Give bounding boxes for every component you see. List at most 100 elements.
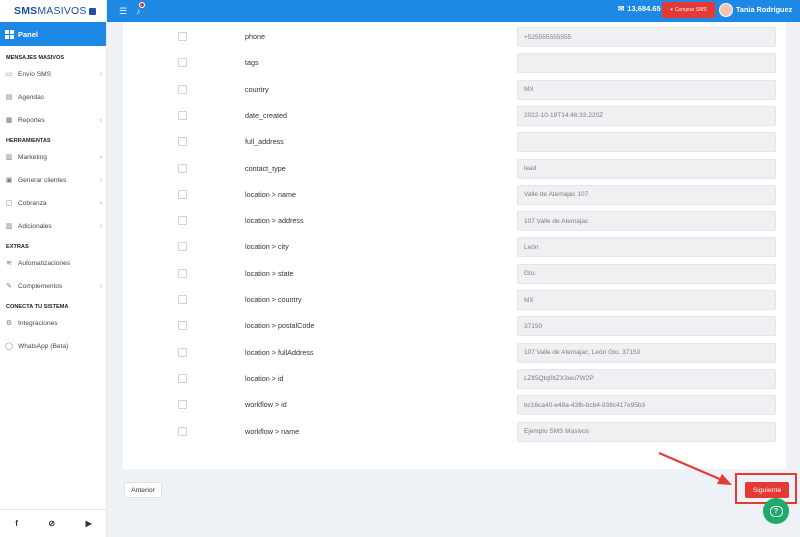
field-name: workflow > id: [245, 400, 287, 410]
field-row: location > state Gto.: [123, 263, 786, 284]
sidebar-item-adicionales[interactable]: ▥ Adicionales ›: [0, 215, 106, 238]
sidebar-item-whatsapp[interactable]: ◯ WhatsApp (Beta): [0, 335, 106, 358]
sidebar-item-panel[interactable]: Panel: [0, 22, 106, 46]
row-checkbox[interactable]: [178, 373, 187, 383]
facebook-icon[interactable]: f: [15, 519, 18, 528]
row-checkbox[interactable]: [178, 242, 187, 252]
field-name: workflow > name: [245, 426, 300, 436]
previous-button[interactable]: Anterior: [124, 482, 162, 498]
field-value-input[interactable]: 37150: [517, 316, 776, 337]
field-value-input[interactable]: MX: [517, 290, 776, 310]
field-value-input[interactable]: León: [517, 237, 776, 258]
field-value-input[interactable]: [517, 132, 776, 153]
sidebar-item-cobranza[interactable]: ▢ Cobranza ›: [0, 192, 106, 215]
field-row: location > postalCode 37150: [123, 316, 786, 337]
row-checkbox[interactable]: [178, 84, 187, 94]
sidebar-item-envio-sms[interactable]: ▭ Envío SMS ›: [0, 63, 106, 86]
row-checkbox[interactable]: [178, 321, 187, 331]
field-value-input[interactable]: 107 Valle de Atemajac, León Gto. 37150: [517, 342, 776, 363]
row-checkbox[interactable]: [178, 400, 187, 410]
user-name[interactable]: Tania Rodríguez: [736, 5, 792, 14]
row-checkbox[interactable]: [178, 426, 187, 436]
sidebar-item-label: Marketing: [18, 154, 47, 161]
section-title-herramientas: HERRAMIENTAS: [6, 138, 51, 144]
report-icon: ▦: [5, 116, 13, 124]
field-name: full_address: [245, 137, 284, 147]
field-row: location > name Valle de Atemajac 107: [123, 184, 786, 205]
field-name: phone: [245, 32, 265, 41]
field-value-input[interactable]: [517, 53, 776, 74]
top-bar: ☰ ♪ ✉ 13,684.65 ▾ Comprar SMS Tania Rodr…: [107, 0, 800, 22]
brand-logo[interactable]: SMS MASIVOS: [0, 0, 106, 22]
field-value-input[interactable]: +525555555555: [517, 27, 776, 47]
field-row: location > fullAddress 107 Valle de Atema…: [123, 342, 786, 363]
field-value-input[interactable]: LZlt5Qtq0ltZX3wu7W2P: [517, 368, 776, 389]
chevron-right-icon: ›: [99, 71, 102, 78]
sidebar-item-reportes[interactable]: ▦ Reportes ›: [0, 109, 106, 132]
sidebar-item-automatizaciones[interactable]: ≋ Automatizaciones: [0, 252, 106, 275]
gear-icon: ⚙: [5, 319, 13, 327]
row-checkbox[interactable]: [178, 163, 187, 173]
field-name: location > fullAddress: [245, 347, 314, 357]
brand-badge-icon: [88, 7, 96, 15]
field-value-input[interactable]: bc16ca40-e48a-43fb-bcb4-938c417e95b3: [517, 395, 776, 416]
field-name: location > address: [245, 216, 304, 226]
field-mapping-card: phone +525555555555 tags country MX date_crea…: [123, 22, 786, 469]
field-value-input[interactable]: MX: [517, 79, 776, 100]
field-name: contact_type: [245, 163, 286, 173]
section-title-extras: EXTRAS: [6, 244, 29, 250]
row-checkbox[interactable]: [178, 216, 187, 226]
youtube-icon[interactable]: ▶: [86, 519, 92, 528]
sidebar-item-complementos[interactable]: ✎ Complementos ›: [0, 275, 106, 298]
chart-icon: ▥: [5, 222, 13, 230]
sidebar-item-marketing[interactable]: ▥ Marketing ›: [0, 146, 106, 169]
menu-icon[interactable]: ☰: [119, 6, 127, 17]
field-row: date_created 2022-10-19T14:46:33.220Z: [123, 105, 786, 126]
row-checkbox[interactable]: [178, 110, 187, 120]
sidebar-item-integraciones[interactable]: ⚙ Integraciones: [0, 312, 106, 335]
field-value-input[interactable]: 107 Valle de Atemajac: [517, 211, 776, 232]
brand-part2: MASIVOS: [37, 5, 87, 17]
row-checkbox[interactable]: [178, 58, 187, 68]
row-checkbox[interactable]: [178, 295, 187, 304]
row-checkbox[interactable]: [178, 347, 187, 357]
sidebar-item-label: Panel: [18, 29, 39, 39]
field-name: tags: [245, 58, 259, 68]
whatsapp-icon: ◯: [5, 342, 13, 350]
avatar[interactable]: [719, 3, 733, 17]
field-name: country: [245, 84, 269, 94]
field-row: workflow > id bc16ca40-e48a-43fb-bcb4-938…: [123, 395, 786, 416]
field-name: location > name: [245, 189, 296, 199]
field-value-input[interactable]: Ejemplo SMS Masivos: [517, 421, 776, 442]
sidebar-item-generar-clientes[interactable]: ▣ Generar clientes ›: [0, 169, 106, 192]
field-value-input[interactable]: lead: [517, 158, 776, 179]
help-chat-button[interactable]: ?: [763, 498, 789, 524]
sidebar-item-label: Complementos: [18, 283, 63, 290]
row-checkbox[interactable]: [178, 137, 187, 147]
wallet-icon: ▢: [5, 199, 13, 207]
field-name: date_created: [245, 110, 287, 120]
bar-chart-icon: ▥: [5, 153, 13, 161]
help-chat-icon: ?: [769, 505, 783, 517]
next-button[interactable]: Siguiente: [745, 482, 789, 498]
field-value-input[interactable]: 2022-10-19T14:46:33.220Z: [517, 105, 776, 126]
field-row: workflow > name Ejemplo SMS Masivos: [123, 421, 786, 442]
chevron-right-icon: ›: [99, 283, 102, 290]
sidebar-item-label: Generar clientes: [18, 177, 67, 184]
row-checkbox[interactable]: [178, 32, 187, 41]
field-value-input[interactable]: Valle de Atemajac 107: [517, 184, 776, 205]
bell-icon[interactable]: ♪: [136, 1, 146, 16]
buy-sms-button[interactable]: ▾ Comprar SMS: [662, 2, 715, 18]
chevron-right-icon: ›: [99, 200, 102, 207]
sidebar-item-label: Cobranza: [18, 200, 47, 207]
row-checkbox[interactable]: [178, 189, 187, 199]
section-title-mensajes: MENSAJES MASIVOS: [6, 55, 65, 61]
help-circle-icon[interactable]: ⊘: [48, 519, 55, 528]
credit-balance: ✉ 13,684.65: [618, 4, 661, 13]
arrow-head: [717, 474, 732, 485]
row-checkbox[interactable]: [178, 268, 187, 278]
field-value-input[interactable]: Gto.: [517, 263, 776, 284]
field-row: full_address: [123, 132, 786, 153]
sidebar-item-label: Envío SMS: [18, 71, 51, 78]
sidebar-item-agendas[interactable]: ▤ Agendas: [0, 86, 106, 109]
